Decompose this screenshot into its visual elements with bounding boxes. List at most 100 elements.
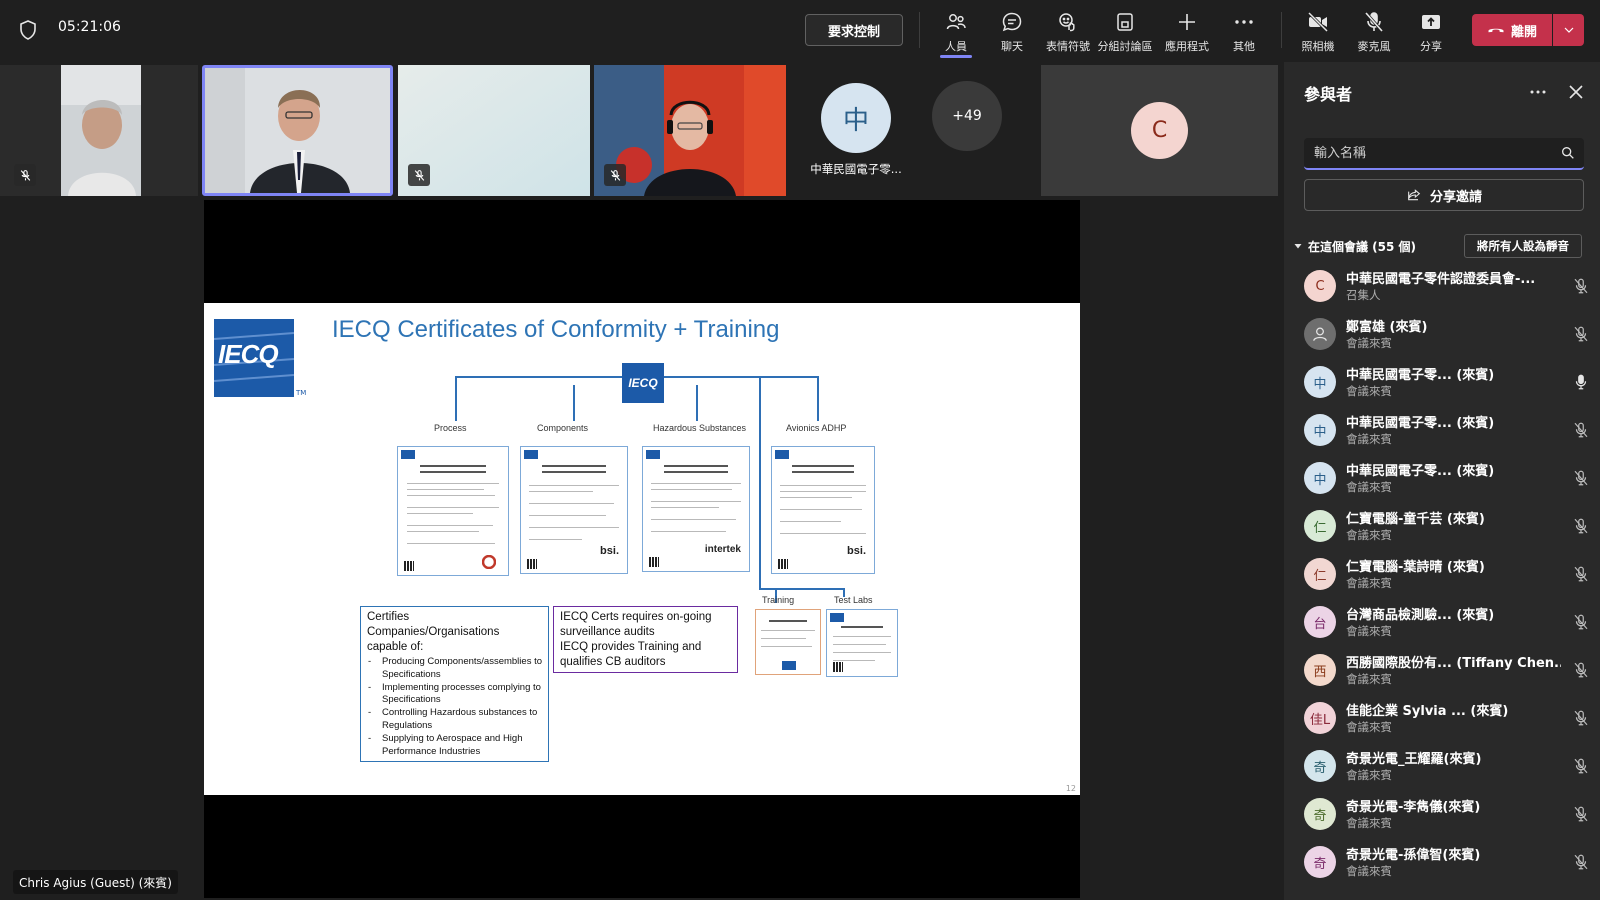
participant-list: C 中華民國電子零件認證委員會-... 召集人 鄭富雄 (來賓) 會議來賓中中華民國電子… bbox=[1284, 262, 1600, 886]
participant-row[interactable]: 奇奇景光電-李雋儀(來賓) 會議來賓 bbox=[1284, 790, 1600, 838]
certificate-brand: bsi. bbox=[847, 545, 866, 557]
certificate-hazardous-substances: intertek bbox=[642, 446, 750, 572]
participant-avatar: 中 bbox=[821, 83, 891, 153]
participant-row[interactable]: 奇奇景光電_王耀羅(來賓) 會議來賓 bbox=[1284, 742, 1600, 790]
more-actions-button[interactable]: 其他 bbox=[1216, 8, 1272, 58]
participant-role: 召集人 bbox=[1346, 288, 1381, 302]
participant-row[interactable]: 佳L 佳能企業 Sylvia ... (來賓) 會議來賓 bbox=[1284, 694, 1600, 742]
surveillance-text: IECQ Certs requires on-going surveillanc… bbox=[560, 611, 712, 638]
mic-off-icon[interactable] bbox=[1572, 661, 1590, 679]
participant-name: 仁寶電腦-童千芸 (來賓) bbox=[1346, 512, 1485, 527]
mic-off-icon[interactable] bbox=[1572, 421, 1590, 439]
mic-off-icon[interactable] bbox=[1572, 277, 1590, 295]
more-participants-button[interactable]: +49 bbox=[932, 81, 1002, 151]
participant-avatar: 仁 bbox=[1304, 510, 1336, 542]
participant-row[interactable]: 仁仁寶電腦-葉詩晴 (來賓) 會議來賓 bbox=[1284, 550, 1600, 598]
certifies-list-item: Controlling Hazardous substances to Regu… bbox=[367, 707, 542, 733]
participant-name: 鄭富雄 (來賓) bbox=[1346, 320, 1428, 335]
participant-row[interactable]: 仁仁寶電腦-童千芸 (來賓) 會議來賓 bbox=[1284, 502, 1600, 550]
people-icon bbox=[946, 14, 966, 30]
camera-toggle-button[interactable]: 照相機 bbox=[1290, 8, 1346, 58]
reactions-button[interactable]: 表情符號 bbox=[1040, 8, 1096, 58]
breakout-rooms-icon bbox=[1117, 13, 1133, 31]
video-tile-group-participant[interactable]: 中 中華民國電子零... bbox=[796, 65, 916, 196]
more-label: 其他 bbox=[1233, 40, 1255, 53]
camera-label: 照相機 bbox=[1301, 40, 1335, 53]
mic-off-icon bbox=[414, 169, 424, 181]
share-invite-button[interactable]: 分享邀請 bbox=[1304, 179, 1584, 211]
mic-off-icon[interactable] bbox=[1572, 565, 1590, 583]
participant-name: 奇景光電-李雋儀(來賓) bbox=[1346, 800, 1481, 815]
chat-button[interactable]: 聊天 bbox=[984, 8, 1040, 58]
mic-off-icon[interactable] bbox=[1572, 517, 1590, 535]
participant-row[interactable]: 中中華民國電子零... (來賓) 會議來賓 bbox=[1284, 358, 1600, 406]
video-tile-participant-1[interactable] bbox=[0, 65, 198, 196]
category-process: Process bbox=[434, 423, 467, 433]
mic-off-icon[interactable] bbox=[1572, 709, 1590, 727]
request-control-button[interactable]: 要求控制 bbox=[805, 14, 903, 46]
participant-role: 會議來賓 bbox=[1346, 720, 1392, 734]
reactions-label: 表情符號 bbox=[1046, 40, 1090, 53]
certifies-list-item: Implementing processes complying to Spec… bbox=[367, 682, 542, 708]
participant-role: 會議來賓 bbox=[1346, 816, 1392, 830]
people-button[interactable]: 人員 bbox=[928, 8, 984, 58]
slide-page-number: 12 bbox=[1065, 784, 1076, 793]
participant-name: 佳能企業 Sylvia ... (來賓) bbox=[1346, 704, 1509, 719]
mic-off-icon[interactable] bbox=[1572, 805, 1590, 823]
participant-row[interactable]: 西西勝國際股份有... (Tiffany Chen... 會議來賓 bbox=[1284, 646, 1600, 694]
apps-label: 應用程式 bbox=[1165, 40, 1209, 53]
participant-role: 會議來賓 bbox=[1346, 432, 1392, 446]
participant-row[interactable]: 鄭富雄 (來賓) 會議來賓 bbox=[1284, 310, 1600, 358]
mic-off-icon bbox=[610, 169, 620, 181]
video-tile-active-speaker[interactable] bbox=[202, 65, 393, 196]
apps-button[interactable]: 應用程式 bbox=[1159, 8, 1215, 58]
participant-avatar: 台 bbox=[1304, 606, 1336, 638]
active-tab-indicator bbox=[940, 55, 972, 58]
participant-name: 中華民國電子零... (來賓) bbox=[1346, 464, 1495, 479]
breakout-rooms-button[interactable]: 分組討論區 bbox=[1097, 8, 1153, 58]
surveillance-text-box: IECQ Certs requires on-going surveillanc… bbox=[553, 606, 738, 673]
mic-off-icon[interactable] bbox=[1572, 469, 1590, 487]
mute-all-button[interactable]: 將所有人設為靜音 bbox=[1464, 234, 1582, 258]
training-text: IECQ provides Training and qualifies CB … bbox=[560, 641, 702, 668]
participant-role: 會議來賓 bbox=[1346, 624, 1392, 638]
certifies-heading: Certifies Companies/Organisations capabl… bbox=[367, 611, 500, 653]
search-icon[interactable] bbox=[1560, 145, 1576, 161]
mic-off-icon[interactable] bbox=[1572, 325, 1590, 343]
close-icon[interactable] bbox=[1564, 80, 1588, 104]
more-options-icon[interactable] bbox=[1526, 80, 1550, 104]
certificate-avionics-adhp: bsi. bbox=[771, 446, 875, 574]
mic-toggle-button[interactable]: 麥克風 bbox=[1346, 8, 1402, 58]
participant-row[interactable]: 台台灣商品檢測驗... (來賓) 會議來賓 bbox=[1284, 598, 1600, 646]
mic-off-icon bbox=[1364, 12, 1384, 32]
leave-options-dropdown[interactable] bbox=[1553, 14, 1584, 46]
breakout-rooms-label: 分組討論區 bbox=[1097, 40, 1153, 53]
mic-off-icon[interactable] bbox=[1572, 613, 1590, 631]
participant-row[interactable]: 奇奇景光電-孫偉智(來賓) 會議來賓 bbox=[1284, 838, 1600, 886]
participant-row[interactable]: 中中華民國電子零... (來賓) 會議來賓 bbox=[1284, 454, 1600, 502]
video-tile-participant-3[interactable] bbox=[398, 65, 590, 196]
mic-on-icon[interactable] bbox=[1572, 373, 1590, 391]
toolbar-divider bbox=[919, 12, 920, 48]
caret-down-icon bbox=[1294, 244, 1302, 249]
participant-role: 會議來賓 bbox=[1346, 864, 1392, 878]
participant-avatar: 奇 bbox=[1304, 750, 1336, 782]
participant-avatar: 仁 bbox=[1304, 558, 1336, 590]
certificate-brand: bsi. bbox=[600, 545, 619, 557]
video-tile-avatar-participant[interactable]: C bbox=[1041, 65, 1278, 196]
participant-row[interactable]: C 中華民國電子零件認證委員會-... 召集人 bbox=[1284, 262, 1600, 310]
participant-name: 中華民國電子零件認證委員會-... bbox=[1346, 272, 1536, 287]
video-tile-participant-4[interactable] bbox=[594, 65, 786, 196]
mic-off-icon[interactable] bbox=[1572, 757, 1590, 775]
participant-search-input[interactable] bbox=[1314, 138, 1544, 168]
presenter-name-label: Chris Agius (Guest) (來賓) bbox=[13, 870, 178, 894]
mic-off-icon[interactable] bbox=[1572, 853, 1590, 871]
share-content-button[interactable]: 分享 bbox=[1403, 8, 1459, 58]
participant-role: 會議來賓 bbox=[1346, 528, 1392, 542]
shield-icon[interactable] bbox=[16, 18, 40, 42]
add-apps-icon bbox=[1179, 14, 1195, 30]
participant-row[interactable]: 中中華民國電子零... (來賓) 會議來賓 bbox=[1284, 406, 1600, 454]
participant-search-box bbox=[1304, 138, 1584, 170]
category-components: Components bbox=[537, 423, 589, 433]
leave-button[interactable]: 離開 bbox=[1472, 14, 1552, 46]
